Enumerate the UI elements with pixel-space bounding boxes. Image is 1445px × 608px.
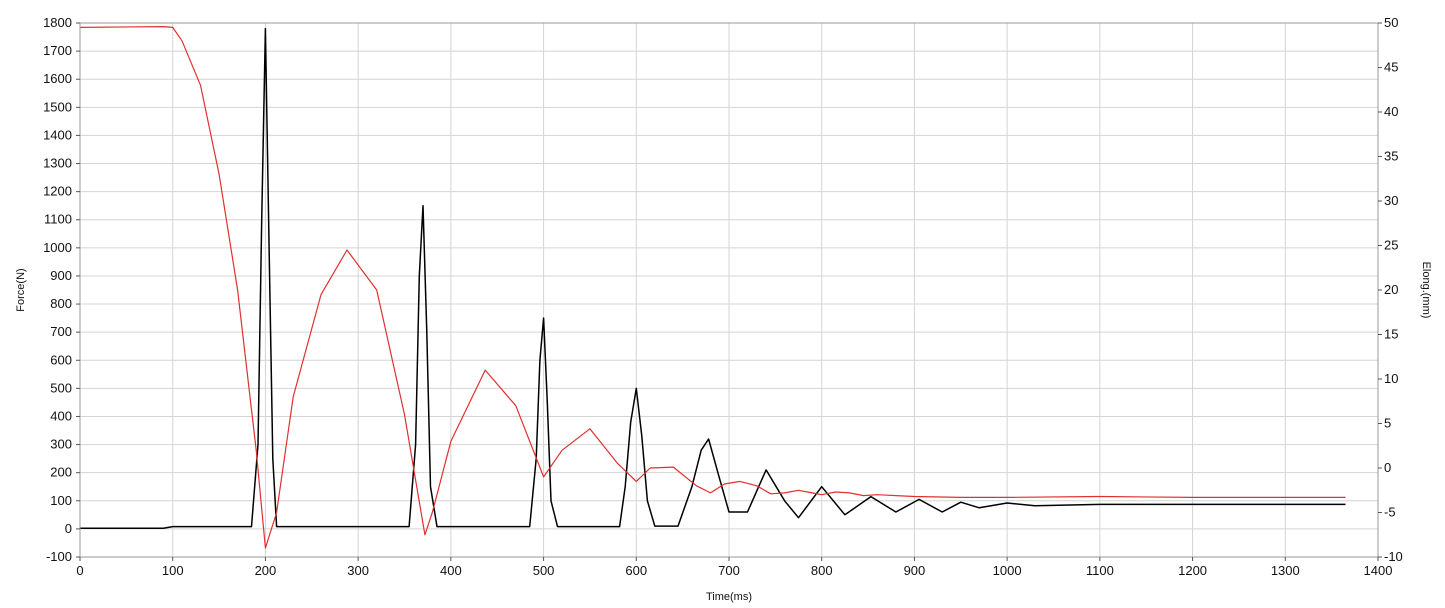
y2-tick-label: 25: [1384, 238, 1398, 253]
x-tick-label: 400: [440, 563, 462, 578]
x-tick-label: 100: [162, 563, 184, 578]
x-tick-label: 1400: [1364, 563, 1393, 578]
y2-tick-label: 45: [1384, 60, 1398, 75]
y-tick-label: 900: [50, 268, 72, 283]
labels-layer: 0 100 200 300 400 500 600 700 800 900 1000 1100 1200…: [43, 15, 1403, 578]
y-tick-label: 500: [50, 380, 72, 395]
x-tick-label: 600: [625, 563, 647, 578]
x-tick-label: 900: [904, 563, 926, 578]
x-axis-title: Time(ms): [706, 591, 752, 603]
y2-tick-label: 50: [1384, 15, 1398, 30]
y-tick-label: 1800: [43, 15, 72, 30]
y2-axis-title: Elong.(mm): [1420, 262, 1432, 319]
y2-tick-label: -5: [1384, 505, 1396, 520]
x-tick-label: 1200: [1178, 563, 1207, 578]
y2-tick-label: 30: [1384, 193, 1398, 208]
x-tick-label: 700: [718, 563, 740, 578]
y2-tick-label: 40: [1384, 104, 1398, 119]
y-tick-label: 1100: [44, 212, 72, 227]
grid-layer: [79, 22, 1379, 558]
y-tick-label: 1300: [43, 156, 72, 171]
y-tick-label: 700: [50, 324, 72, 339]
y-tick-label: 1400: [43, 127, 72, 142]
y-tick-label: 800: [50, 296, 72, 311]
y-tick-label: 0: [65, 521, 72, 536]
y2-tick-label: 5: [1384, 416, 1391, 431]
force-series-line: [80, 27, 1346, 530]
y2-tick-label: 0: [1384, 460, 1391, 475]
chart: 0 100 200 300 400 500 600 700 800 900 1000 1100 1200…: [15, 15, 1432, 603]
y-tick-label: 1000: [43, 240, 72, 255]
x-tick-label: 1000: [993, 563, 1022, 578]
x-tick-label: 800: [811, 563, 833, 578]
y2-tick-label: 20: [1384, 282, 1398, 297]
x-tick-label: 1100: [1086, 563, 1114, 578]
x-tick-label: 300: [347, 563, 369, 578]
y-tick-label: 1700: [43, 43, 72, 58]
x-tick-label: 200: [255, 563, 277, 578]
y-tick-label: 300: [50, 437, 72, 452]
y-axis-title: Force(N): [15, 268, 27, 311]
y-tick-label: 200: [50, 465, 72, 480]
y-tick-label: 1500: [43, 99, 72, 114]
y-tick-label: 1200: [43, 184, 72, 199]
y-tick-label: 600: [50, 352, 72, 367]
y2-tick-label: -10: [1384, 549, 1403, 564]
x-tick-label: 500: [533, 563, 555, 578]
y2-tick-label: 35: [1384, 149, 1398, 164]
y-tick-label: -100: [46, 549, 72, 564]
y2-tick-label: 15: [1384, 327, 1398, 342]
series-layer: [79, 26, 1346, 549]
y-tick-label: 400: [50, 408, 72, 423]
x-tick-label: 0: [76, 563, 83, 578]
y2-tick-label: 10: [1384, 371, 1398, 386]
y-tick-label: 100: [50, 493, 72, 508]
y-tick-label: 1600: [43, 71, 72, 86]
x-tick-label: 1300: [1271, 563, 1300, 578]
